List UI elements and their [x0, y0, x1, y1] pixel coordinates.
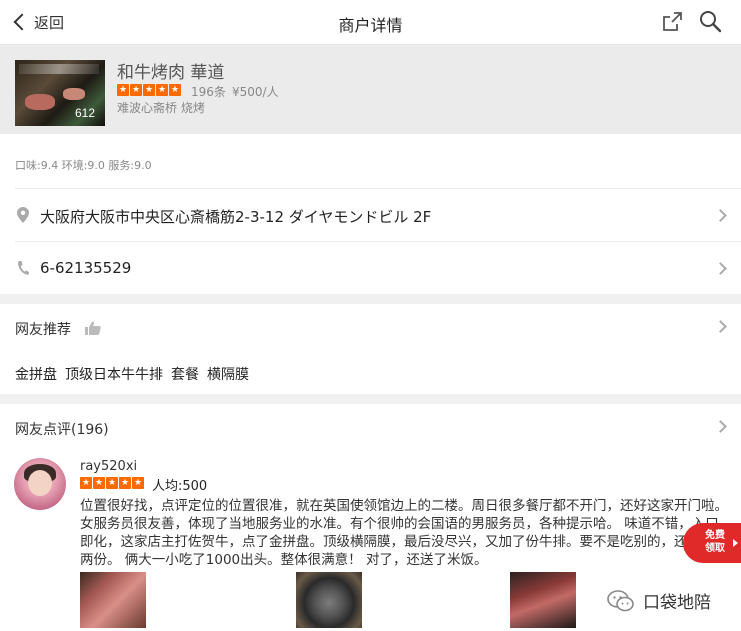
coupon-line-1: 免费 — [705, 530, 725, 541]
recommend-header-row[interactable]: 网友推荐 — [0, 306, 741, 346]
phone-icon — [18, 261, 29, 275]
shop-info: 口味:9.4 环境:9.0 服务:9.0 大阪府大阪市中央区心斎橋筋2-3-12… — [0, 134, 741, 294]
shop-review-count: 196条 — [191, 85, 226, 99]
shop-name: 和牛烤肉 華道 — [117, 63, 225, 83]
location-pin-icon — [17, 207, 29, 223]
review-username[interactable]: ray520xi — [80, 459, 137, 474]
page-title: 商户详情 — [338, 16, 403, 35]
share-icon[interactable] — [660, 10, 684, 34]
divider — [15, 188, 741, 189]
free-coupon-button[interactable]: 免费 领取 — [683, 523, 741, 563]
review-photo[interactable] — [510, 572, 576, 628]
star-icon: ★ — [93, 477, 105, 489]
wechat-icon — [607, 589, 634, 611]
shop-header[interactable]: 612 和牛烤肉 華道 ★ ★ ★ ★ ★ 196条 ¥500/人 难波心斋桥 … — [0, 46, 741, 134]
recommend-title: 网友推荐 — [15, 322, 71, 338]
phone-row[interactable]: 6-62135529 — [0, 248, 741, 288]
avatar[interactable] — [14, 458, 66, 510]
dish-tag[interactable]: 顶级日本牛牛排 — [65, 364, 163, 384]
shop-photo[interactable]: 612 — [15, 60, 105, 126]
reviews-header-row[interactable]: 网友点评(196) — [0, 406, 741, 446]
thumbs-up-icon — [85, 321, 101, 335]
shop-avg-price: ¥500/人 — [232, 85, 279, 99]
review-avg-price: 人均:500 — [152, 479, 208, 494]
review-text: 位置很好找，点评定位的位置很准，就在英国使领馆边上的二楼。周日很多餐厅都不开门，… — [80, 498, 728, 568]
star-icon: ★ — [119, 477, 131, 489]
dish-tag[interactable]: 套餐 — [171, 364, 199, 384]
divider — [15, 241, 741, 242]
watermark-text: 口袋地陪 — [643, 593, 711, 613]
star-icon: ★ — [132, 477, 144, 489]
top-bar: 返回 商户详情 — [0, 0, 741, 45]
recommend-tags: 金拼盘 顶级日本牛牛排 套餐 横隔膜 — [15, 364, 249, 384]
star-icon: ★ — [106, 477, 118, 489]
shop-area-category: 难波心斋桥 烧烤 — [117, 101, 205, 115]
address-row[interactable]: 大阪府大阪市中央区心斎橋筋2-3-12 ダイヤモンドビル 2F — [0, 195, 741, 235]
reviews-title: 网友点评(196) — [15, 422, 109, 438]
star-icon: ★ — [130, 84, 142, 96]
star-icon: ★ — [143, 84, 155, 96]
search-icon[interactable] — [698, 9, 722, 33]
shop-rating-stars: ★ ★ ★ ★ ★ — [117, 84, 181, 96]
star-icon: ★ — [117, 84, 129, 96]
star-icon: ★ — [156, 84, 168, 96]
chevron-right-icon — [714, 320, 727, 333]
chevron-right-icon — [714, 262, 727, 275]
chevron-right-icon — [714, 209, 727, 222]
recommend-section: 网友推荐 金拼盘 顶级日本牛牛排 套餐 横隔膜 — [0, 304, 741, 394]
star-icon: ★ — [169, 84, 181, 96]
star-icon: ★ — [80, 477, 92, 489]
dish-tag[interactable]: 金拼盘 — [15, 364, 57, 384]
review-photo[interactable] — [296, 572, 362, 628]
review-rating-stars: ★ ★ ★ ★ ★ — [80, 477, 144, 489]
coupon-line-2: 领取 — [705, 543, 725, 554]
dish-tag[interactable]: 横隔膜 — [207, 364, 249, 384]
arrow-right-icon — [733, 539, 738, 547]
watermark: 口袋地陪 — [607, 588, 711, 613]
chevron-right-icon — [714, 420, 727, 433]
phone-number: 6-62135529 — [40, 259, 132, 277]
photo-count: 612 — [74, 106, 95, 120]
review-photo[interactable] — [80, 572, 146, 628]
address-text: 大阪府大阪市中央区心斎橋筋2-3-12 ダイヤモンドビル 2F — [40, 208, 432, 226]
shop-scores: 口味:9.4 环境:9.0 服务:9.0 — [15, 159, 152, 172]
